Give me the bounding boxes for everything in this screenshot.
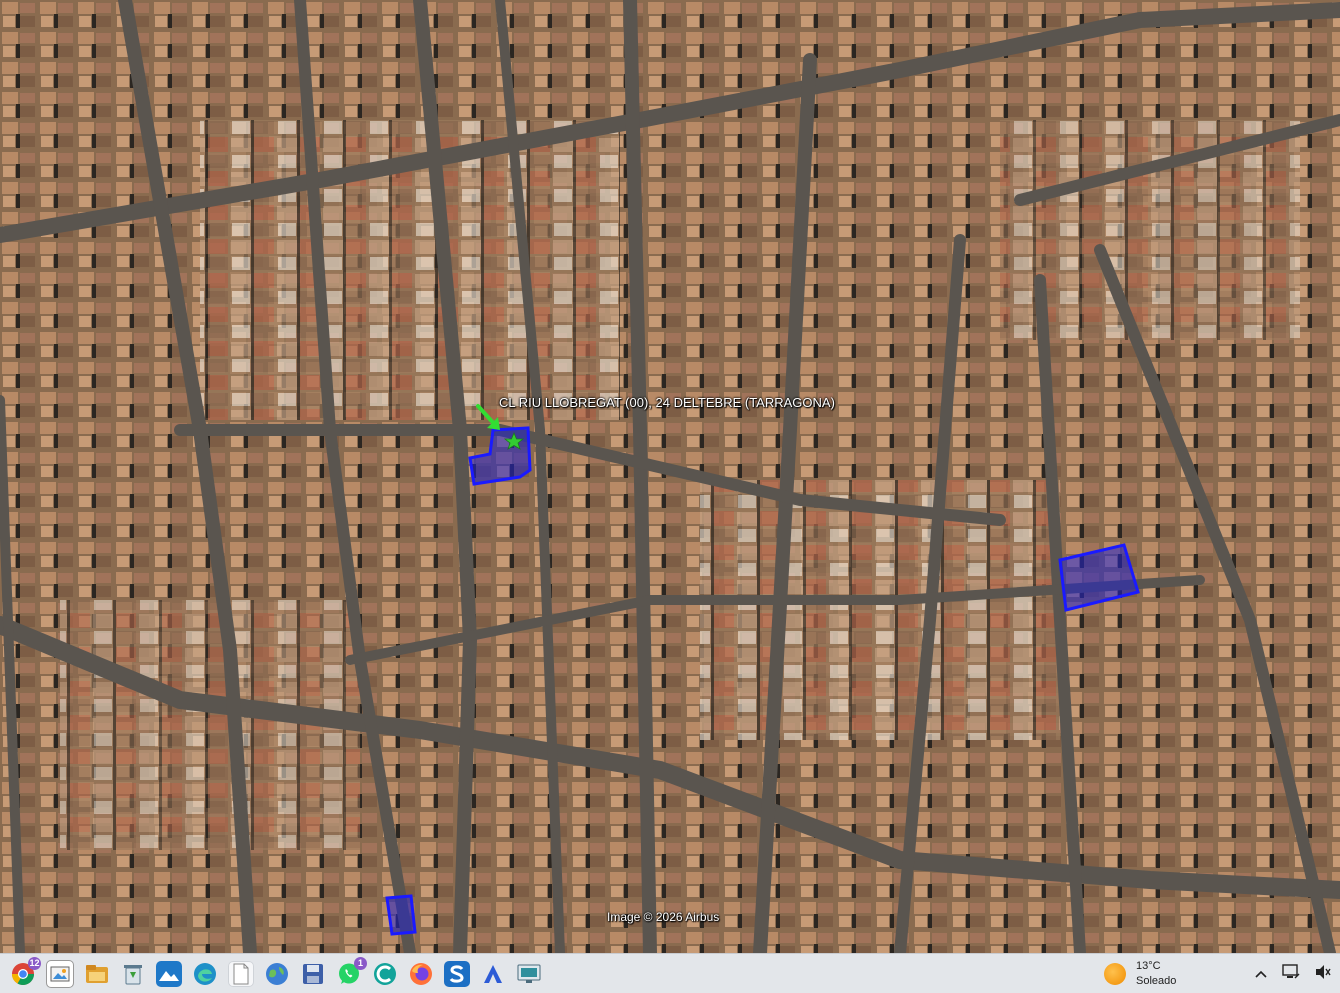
- gallery-icon[interactable]: [46, 959, 74, 988]
- document-icon[interactable]: [228, 960, 254, 987]
- recycle-icon[interactable]: [120, 961, 146, 987]
- chevron-up-icon[interactable]: [1254, 966, 1268, 982]
- app-c-icon[interactable]: [372, 961, 398, 987]
- whatsapp-badge: 1: [354, 956, 367, 970]
- weather-widget[interactable]: 13°C Soleado: [1104, 954, 1176, 993]
- file-explorer-icon[interactable]: [84, 961, 110, 987]
- chrome-icon[interactable]: 12: [10, 956, 41, 987]
- parcel-bottom: [385, 894, 417, 936]
- taskbar: 12 1 13°C Soleado: [0, 953, 1340, 993]
- photos-icon[interactable]: [156, 960, 182, 987]
- save-icon[interactable]: [300, 961, 326, 987]
- system-tray: [1254, 954, 1332, 993]
- volume-icon[interactable]: [1314, 964, 1332, 983]
- chrome-badge: 12: [28, 956, 41, 970]
- weather-condition: Soleado: [1136, 974, 1177, 987]
- imagery-attribution: Image © 2026 Airbus: [607, 910, 720, 924]
- network-icon[interactable]: [1282, 964, 1300, 983]
- weather-temperature: 13°C: [1136, 959, 1161, 972]
- firefox-icon[interactable]: [408, 961, 434, 987]
- monitor-icon[interactable]: [516, 961, 542, 987]
- sun-icon: [1104, 962, 1126, 985]
- map-imagery: [0, 0, 1340, 953]
- app-s-icon[interactable]: [444, 960, 470, 987]
- whatsapp-icon[interactable]: 1: [336, 956, 367, 987]
- google-earth-icon[interactable]: [264, 961, 290, 987]
- satellite-map[interactable]: CL RIU LLOBREGAT (00), 24 DELTEBRE (TARR…: [0, 0, 1340, 953]
- edge-icon[interactable]: [192, 961, 218, 987]
- app-a-icon[interactable]: [480, 961, 506, 987]
- address-label[interactable]: CL RIU LLOBREGAT (00), 24 DELTEBRE (TARR…: [499, 395, 835, 410]
